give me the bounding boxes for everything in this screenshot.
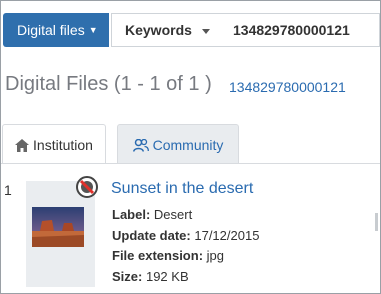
meta-date-row: Update date: 17/12/2015 (112, 228, 259, 243)
meta-date-value: 17/12/2015 (194, 228, 260, 243)
tab-community-label: Community (152, 137, 224, 153)
tab-institution-label: Institution (33, 137, 93, 153)
app-frame: Digital files▼ Keywords Digital Files (1… (0, 0, 381, 294)
meta-size-key: Size: (112, 269, 143, 284)
users-icon (132, 138, 149, 152)
search-scope-dropdown[interactable]: Digital files ▼ (3, 13, 109, 47)
scrollbar-thumb[interactable] (375, 213, 378, 231)
search-field-label: Keywords (125, 22, 192, 38)
search-bar: Digital files ▼ Keywords (3, 13, 380, 47)
search-term-link[interactable]: 134829780000121 (229, 79, 346, 95)
meta-ext-key: File extension: (112, 248, 204, 263)
tab-community[interactable]: Community (117, 124, 239, 164)
meta-ext-row: File extension: jpg (112, 248, 224, 263)
search-field-select[interactable]: Keywords (111, 13, 218, 47)
chevron-down-icon (202, 29, 210, 34)
tab-institution[interactable]: Institution (2, 124, 106, 164)
result-title-link[interactable]: Sunset in the desert (111, 180, 253, 198)
result-number: 1 (4, 182, 12, 198)
meta-ext-value: jpg (206, 248, 225, 263)
desert-thumbnail-image[interactable] (32, 207, 84, 247)
no-download-icon (76, 176, 98, 198)
page-title: Digital Files (1 - 1 of 1 ) (5, 73, 212, 96)
caret-down-icon: ▼ (88, 25, 98, 35)
home-icon (15, 139, 30, 152)
tabs-divider (1, 163, 380, 164)
meta-label-row: Label: Desert (112, 207, 192, 222)
meta-date-key: Update date: (112, 228, 191, 243)
meta-label-value: Desert (153, 207, 193, 222)
meta-label-key: Label: (112, 207, 151, 222)
search-input[interactable] (217, 13, 380, 47)
meta-size-value: 192 KB (145, 269, 189, 284)
meta-size-row: Size: 192 KB (112, 269, 189, 284)
page-title-text: Digital Files (1 - 1 of 1 ) (5, 73, 212, 95)
search-scope-label: Digital files (17, 22, 85, 38)
